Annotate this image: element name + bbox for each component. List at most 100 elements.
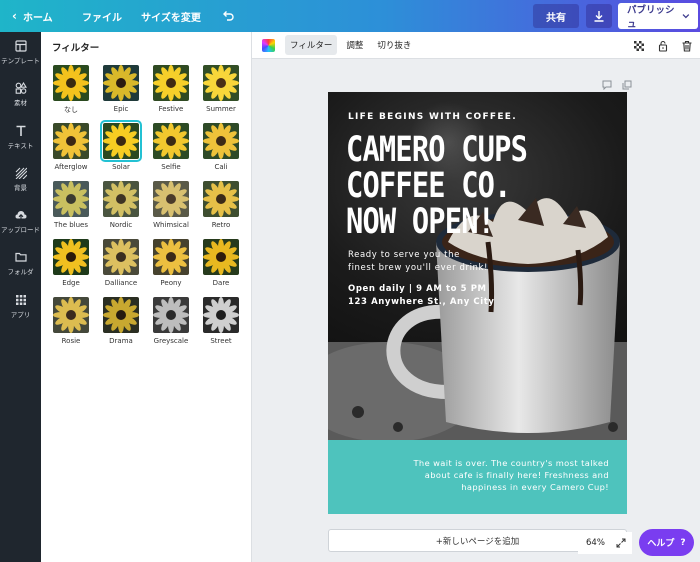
poster-tagline[interactable]: LIFE BEGINS WITH COFFEE. [348,112,517,122]
filter-label: Street [210,337,232,345]
resize-button[interactable]: サイズを変更 [132,0,210,32]
filter-option[interactable]: Dalliance [101,239,141,287]
filter-option[interactable]: Festive [151,65,191,113]
filter-label: Dalliance [104,279,138,287]
panel-title: フィルター [52,43,100,54]
filter-option[interactable]: Dare [201,239,241,287]
headline-line: NOW OPEN! [346,202,495,242]
poster-teal-band[interactable]: The wait is over. The country's most tal… [328,440,627,514]
open-line: Open daily | 9 AM to 5 PM [348,284,487,294]
poster-wait-text[interactable]: The wait is over. The country's most tal… [379,457,609,493]
tab-filter[interactable]: フィルター [285,35,338,55]
filter-option[interactable]: The blues [51,181,91,229]
home-label: ホーム [22,12,53,24]
download-icon [594,11,604,22]
sidebar-label: 素材 [14,99,27,107]
filter-option[interactable]: Greyscale [151,297,191,345]
filter-option[interactable]: Rosie [51,297,91,345]
sidebar-label: アップロード [1,226,40,234]
filter-thumbnail [203,297,239,333]
upload-icon [15,211,26,220]
design-page[interactable]: LIFE BEGINS WITH COFFEE. CAMERO CUPS COF… [328,92,627,514]
home-button[interactable]: ‹ ホーム [0,0,72,32]
filter-option[interactable]: Drama [101,297,141,345]
sidebar-item-elements[interactable]: 素材 [0,82,41,107]
comment-icon[interactable] [602,75,612,91]
poster-ready-text[interactable]: Ready to serve you the finest brew you'l… [348,249,518,275]
open-line: 123 Anywhere St., Any City [348,297,495,307]
help-button[interactable]: ヘルプ ? [639,529,694,556]
top-bar-actions: 共有 パブリッシュ [533,0,700,32]
publish-button[interactable]: パブリッシュ [618,3,698,30]
filter-option[interactable]: Nordic [101,181,141,229]
undo-button[interactable] [210,0,246,32]
filter-thumbnail [153,297,189,333]
filter-option[interactable]: Edge [51,239,91,287]
sidebar-item-uploads[interactable]: アップロード [0,209,41,234]
share-button[interactable]: 共有 [533,4,579,28]
expand-icon[interactable] [616,538,626,548]
filter-option[interactable]: Selfie [151,123,191,171]
filter-option[interactable]: Whimsical [151,181,191,229]
undo-icon [223,11,234,21]
filter-label: Rosie [61,337,81,345]
poster-open-hours[interactable]: Open daily | 9 AM to 5 PM 123 Anywhere S… [348,283,538,309]
left-sidebar: テンプレート 素材 テキスト 背景 アップロード フォルダ アプリ [0,32,41,562]
chevron-down-icon [682,14,690,19]
filter-thumbnail [53,123,89,159]
publish-label: パブリッシュ [627,5,675,30]
download-button[interactable] [586,4,612,28]
sidebar-item-templates[interactable]: テンプレート [0,40,41,65]
tab-adjust[interactable]: 調整 [341,35,368,55]
sidebar-label: 背景 [14,184,27,192]
filter-thumbnail [153,181,189,217]
ready-line: finest brew you'll ever drink! [348,263,489,273]
poster-headline[interactable]: CAMERO CUPS COFFEE CO. NOW OPEN! [346,132,627,240]
question-icon: ? [680,537,686,548]
zoom-level: 64% [586,538,605,548]
filter-label: Cali [214,163,228,171]
transparency-icon[interactable] [633,40,645,52]
filter-thumbnail [53,297,89,333]
trash-icon[interactable] [681,40,693,52]
filter-thumbnail [103,239,139,275]
chevron-left-icon: ‹ [12,9,17,23]
filter-option[interactable]: Epic [101,65,141,113]
zoom-control[interactable]: 64% [578,532,632,554]
headline-line: COFFEE CO. [346,166,511,206]
lock-icon[interactable] [657,40,669,52]
tab-crop[interactable]: 切り抜き [372,35,416,55]
ready-line: Ready to serve you the [348,250,460,260]
wait-line: The wait is over. The country's most tal… [413,458,609,468]
filter-thumbnail [203,65,239,101]
sidebar-item-background[interactable]: 背景 [0,167,41,192]
filter-option[interactable]: Street [201,297,241,345]
wait-line: about cafe is finally here! Freshness an… [424,470,609,480]
filter-option[interactable]: Solar [100,120,142,171]
help-label: ヘルプ [647,539,675,549]
filter-option[interactable]: なし [51,65,91,115]
filter-thumbnail [153,65,189,101]
filter-option[interactable]: Peony [151,239,191,287]
filter-label: Summer [206,105,236,113]
color-picker-button[interactable] [262,38,275,52]
file-menu-button[interactable]: ファイル [72,0,132,32]
sidebar-item-text[interactable]: テキスト [0,125,41,150]
text-icon [16,125,25,136]
folder-icon [14,252,27,262]
filter-label: Solar [112,163,130,171]
top-bar: ‹ ホーム ファイル サイズを変更 共有 パブリッシュ [0,0,700,32]
sidebar-item-apps[interactable]: アプリ [0,294,41,319]
filter-label: Edge [62,279,80,287]
filter-option[interactable]: Retro [201,181,241,229]
sidebar-item-folders[interactable]: フォルダ [0,251,41,276]
filter-option[interactable]: Summer [201,65,241,113]
filter-option[interactable]: Cali [201,123,241,171]
filter-thumbnail [53,181,89,217]
duplicate-page-icon[interactable] [622,75,632,90]
filter-label: Festive [158,105,184,113]
filter-option[interactable]: Afterglow [51,123,91,171]
edit-toolbar: フィルター 調整 切り抜き [252,32,700,59]
wait-line: happiness in every Camero Cup! [461,482,609,492]
filter-thumbnail [203,123,239,159]
